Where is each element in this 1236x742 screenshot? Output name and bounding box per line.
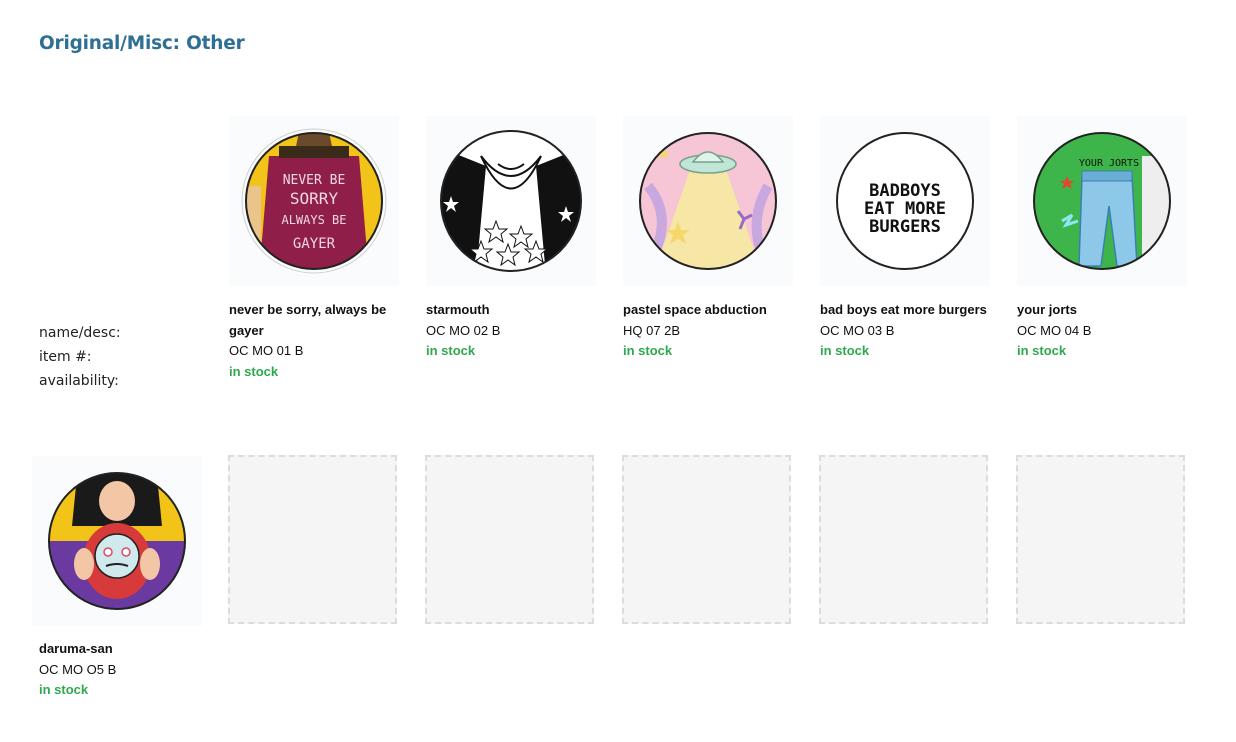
product-image-pastel-space-abduction[interactable] bbox=[623, 116, 793, 286]
product-item-number: OC MO 04 B bbox=[1017, 322, 1092, 338]
product-item-number: HQ 07 2B bbox=[623, 322, 681, 338]
empty-slot-placeholder bbox=[1016, 455, 1185, 624]
legend-item-number: item #: bbox=[39, 349, 92, 365]
product-name[interactable]: starmouth bbox=[426, 300, 596, 321]
empty-slot-placeholder bbox=[425, 455, 594, 624]
product-card[interactable]: YOUR JORTS your jorts OC MO 04 B in stoc… bbox=[1017, 116, 1187, 362]
product-name[interactable]: bad boys eat more burgers bbox=[820, 300, 990, 321]
art-text-line: YOUR JORTS bbox=[1079, 158, 1139, 169]
product-card[interactable]: BADBOYS EAT MORE BURGERS bad boys eat mo… bbox=[820, 116, 990, 362]
product-name[interactable]: pastel space abduction bbox=[623, 300, 793, 321]
art-text-line: GAYER bbox=[293, 236, 336, 252]
legend-name: name/desc: bbox=[39, 325, 121, 341]
product-card[interactable]: pastel space abduction HQ 07 2B in stock bbox=[623, 116, 793, 362]
product-name[interactable]: never be sorry, always be gayer bbox=[229, 300, 399, 341]
product-item-number: OC MO 03 B bbox=[820, 322, 895, 338]
art-text-line: BADBOYS bbox=[869, 181, 941, 201]
art-text-line: ALWAYS BE bbox=[281, 213, 346, 227]
product-image-your-jorts[interactable]: YOUR JORTS bbox=[1017, 116, 1187, 286]
product-name[interactable]: daruma-san bbox=[32, 639, 202, 660]
availability-status: in stock bbox=[820, 343, 870, 358]
product-image-never-be-sorry[interactable]: NEVER BE SORRY ALWAYS BE GAYER bbox=[229, 116, 399, 286]
product-name[interactable]: your jorts bbox=[1017, 300, 1187, 321]
availability-status: in stock bbox=[39, 682, 89, 697]
empty-slot-placeholder bbox=[622, 455, 791, 624]
availability-status: in stock bbox=[426, 343, 476, 358]
product-item-number: OC MO O5 B bbox=[39, 661, 117, 677]
product-item-number: OC MO 01 B bbox=[229, 343, 304, 358]
product-card[interactable]: starmouth OC MO 02 B in stock bbox=[426, 116, 596, 362]
availability-status: in stock bbox=[623, 343, 673, 358]
art-text-line: EAT MORE bbox=[864, 199, 946, 219]
product-card[interactable]: NEVER BE SORRY ALWAYS BE GAYER never be … bbox=[229, 116, 399, 382]
legend-availability: availability: bbox=[39, 373, 119, 389]
availability-status: in stock bbox=[1017, 343, 1067, 358]
product-image-bad-boys-burgers[interactable]: BADBOYS EAT MORE BURGERS bbox=[820, 116, 990, 286]
art-text-line: SORRY bbox=[290, 189, 339, 208]
page-title: Original/Misc: Other bbox=[39, 33, 245, 54]
empty-slot-placeholder bbox=[819, 455, 988, 624]
field-legend: name/desc: item #: availability: bbox=[39, 321, 121, 393]
product-card[interactable]: daruma-san OC MO O5 B in stock bbox=[32, 456, 202, 701]
empty-slot-placeholder bbox=[228, 455, 397, 624]
product-item-number: OC MO 02 B bbox=[426, 322, 501, 338]
product-image-daruma-san[interactable] bbox=[32, 456, 202, 626]
availability-status: in stock bbox=[229, 363, 279, 379]
art-text-line: BURGERS bbox=[869, 217, 941, 237]
product-image-starmouth[interactable] bbox=[426, 116, 596, 286]
art-text-line: NEVER BE bbox=[283, 173, 346, 188]
